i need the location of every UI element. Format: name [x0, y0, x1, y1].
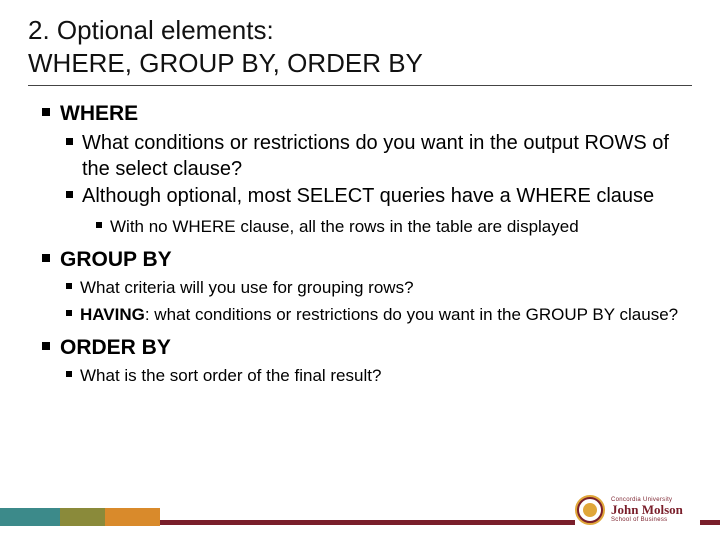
bullet-where-sub2-sub1: With no WHERE clause, all the rows in th…: [96, 216, 692, 238]
slide-title: 2. Optional elements: WHERE, GROUP BY, O…: [28, 14, 692, 86]
accent-teal: [0, 508, 60, 526]
bullet-icon: [66, 283, 72, 289]
bullet-icon: [66, 310, 72, 316]
bullet-text: HAVING: what conditions or restrictions …: [80, 304, 678, 326]
bullet-text: GROUP BY: [60, 246, 172, 273]
bullet-icon: [42, 254, 50, 262]
bullet-orderby: ORDER BY: [42, 334, 692, 361]
bullet-groupby-sub2: HAVING: what conditions or restrictions …: [66, 304, 692, 326]
logo-icon: [575, 495, 605, 525]
bullet-groupby-sub1: What criteria will you use for grouping …: [66, 277, 692, 299]
bullet-where-sub1: What conditions or restrictions do you w…: [66, 131, 692, 182]
bullet-orderby-sub1: What is the sort order of the final resu…: [66, 365, 692, 387]
accent-olive: [60, 508, 105, 526]
bullet-text: What criteria will you use for grouping …: [80, 277, 414, 299]
bullet-where: WHERE: [42, 100, 692, 127]
bullet-text: What conditions or restrictions do you w…: [82, 131, 692, 182]
logo-text: Concordia University John Molson School …: [611, 497, 683, 523]
bullet-icon: [66, 371, 72, 377]
bullet-icon: [42, 342, 50, 350]
having-rest: : what conditions or restrictions do you…: [145, 305, 678, 324]
accent-orange: [105, 508, 160, 526]
bullet-icon: [96, 222, 102, 228]
logo-name: John Molson: [611, 503, 683, 516]
logo-school: School of Business: [611, 517, 683, 523]
bullet-icon: [66, 138, 73, 145]
having-label: HAVING: [80, 305, 145, 324]
logo: Concordia University John Molson School …: [575, 488, 700, 532]
bullet-where-sub2: Although optional, most SELECT queries h…: [66, 184, 692, 210]
bullet-groupby: GROUP BY: [42, 246, 692, 273]
slide: 2. Optional elements: WHERE, GROUP BY, O…: [0, 0, 720, 540]
content-list: WHERE What conditions or restrictions do…: [28, 100, 692, 387]
bullet-text: What is the sort order of the final resu…: [80, 365, 381, 387]
bullet-text: ORDER BY: [60, 334, 171, 361]
bullet-text: WHERE: [60, 100, 138, 127]
bullet-text: Although optional, most SELECT queries h…: [82, 184, 654, 210]
bullet-icon: [66, 191, 73, 198]
bullet-text: With no WHERE clause, all the rows in th…: [110, 216, 579, 238]
bullet-icon: [42, 108, 50, 116]
